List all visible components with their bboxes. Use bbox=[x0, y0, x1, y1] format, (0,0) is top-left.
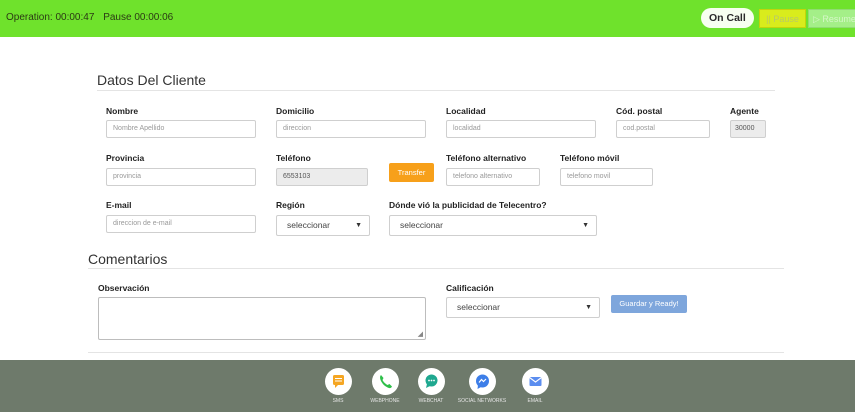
channel-webphone-label: WEBPHONE bbox=[370, 398, 400, 404]
tel-movil-input[interactable]: telefono movil bbox=[560, 168, 653, 186]
form-bottom-divider bbox=[88, 352, 784, 353]
client-section-divider bbox=[97, 90, 775, 91]
region-label: Región bbox=[276, 200, 305, 210]
provincia-input[interactable]: provincia bbox=[106, 168, 256, 186]
email-icon bbox=[521, 368, 549, 395]
agente-field: 30000 bbox=[730, 120, 766, 138]
messenger-icon bbox=[468, 368, 496, 395]
cod-postal-input[interactable]: cod.postal bbox=[616, 120, 710, 138]
save-ready-button[interactable]: Guardar y Ready! bbox=[611, 295, 687, 313]
channel-webchat[interactable]: WEBCHAT bbox=[411, 368, 451, 404]
chat-icon bbox=[417, 368, 445, 395]
transfer-button[interactable]: Transfer bbox=[389, 163, 434, 182]
observacion-label: Observación bbox=[98, 283, 150, 293]
call-status-badge: On Call bbox=[701, 8, 754, 28]
channel-social-networks[interactable]: SOCIAL NETWORKS bbox=[449, 368, 515, 404]
telefono-label: Teléfono bbox=[276, 153, 311, 163]
channel-sms[interactable]: SMS bbox=[318, 368, 358, 404]
channel-email[interactable]: EMAIL bbox=[515, 368, 555, 404]
channel-sms-label: SMS bbox=[332, 398, 344, 404]
telefono-field: 6553103 bbox=[276, 168, 368, 186]
operation-timer: Operation: 00:00:47 bbox=[6, 12, 95, 23]
client-section-title: Datos Del Cliente bbox=[97, 72, 206, 88]
agente-label: Agente bbox=[730, 106, 759, 116]
pause-timer: Pause 00:00:06 bbox=[103, 12, 174, 23]
domicilio-label: Domicilio bbox=[276, 106, 315, 116]
localidad-input[interactable]: localidad bbox=[446, 120, 596, 138]
calificacion-select[interactable]: seleccionar ▼ bbox=[446, 297, 600, 318]
resize-handle-icon[interactable]: ◢ bbox=[418, 330, 423, 338]
localidad-label: Localidad bbox=[446, 106, 486, 116]
resume-button[interactable]: ▷ Resume bbox=[808, 9, 855, 28]
observacion-textarea[interactable]: ◢ bbox=[98, 297, 426, 340]
nombre-input[interactable]: Nombre Apellido bbox=[106, 120, 256, 138]
provincia-label: Provincia bbox=[106, 153, 145, 163]
tel-movil-label: Teléfono móvil bbox=[560, 153, 620, 163]
channel-footer: SMS WEBPHONE WEBCHAT SOCIAL NETWORKS EMA… bbox=[0, 360, 855, 412]
region-select[interactable]: seleccionar ▼ bbox=[276, 215, 370, 236]
top-status-bar: Operation: 00:00:47 Pause 00:00:06 On Ca… bbox=[0, 0, 855, 37]
chevron-down-icon: ▼ bbox=[582, 222, 589, 229]
comments-section-title: Comentarios bbox=[88, 251, 168, 267]
channel-webphone[interactable]: WEBPHONE bbox=[365, 368, 405, 404]
tel-alt-input[interactable]: telefono alternativo bbox=[446, 168, 540, 186]
channel-social-networks-label: SOCIAL NETWORKS bbox=[457, 398, 507, 404]
publicidad-select[interactable]: seleccionar ▼ bbox=[389, 215, 597, 236]
sms-icon bbox=[324, 368, 352, 395]
email-input[interactable]: direccion de e-mail bbox=[106, 215, 256, 233]
chevron-down-icon: ▼ bbox=[355, 222, 362, 229]
publicidad-label: Dónde vió la publicidad de Telecentro? bbox=[389, 200, 547, 210]
call-timers: Operation: 00:00:47 Pause 00:00:06 bbox=[6, 12, 179, 23]
channel-webchat-label: WEBCHAT bbox=[418, 398, 444, 404]
comments-section-divider bbox=[88, 268, 784, 269]
email-label: E-mail bbox=[106, 200, 132, 210]
channel-email-label: EMAIL bbox=[527, 398, 543, 404]
pause-button[interactable]: || Pause bbox=[759, 9, 806, 28]
domicilio-input[interactable]: direccion bbox=[276, 120, 426, 138]
calificacion-label: Calificación bbox=[446, 283, 494, 293]
nombre-label: Nombre bbox=[106, 106, 139, 116]
chevron-down-icon: ▼ bbox=[585, 304, 592, 311]
calificacion-selected-value: seleccionar bbox=[457, 302, 500, 312]
phone-icon bbox=[371, 368, 399, 395]
cod-postal-label: Cód. postal bbox=[616, 106, 663, 116]
tel-alt-label: Teléfono alternativo bbox=[446, 153, 527, 163]
publicidad-selected-value: seleccionar bbox=[400, 220, 443, 230]
region-selected-value: seleccionar bbox=[287, 220, 330, 230]
